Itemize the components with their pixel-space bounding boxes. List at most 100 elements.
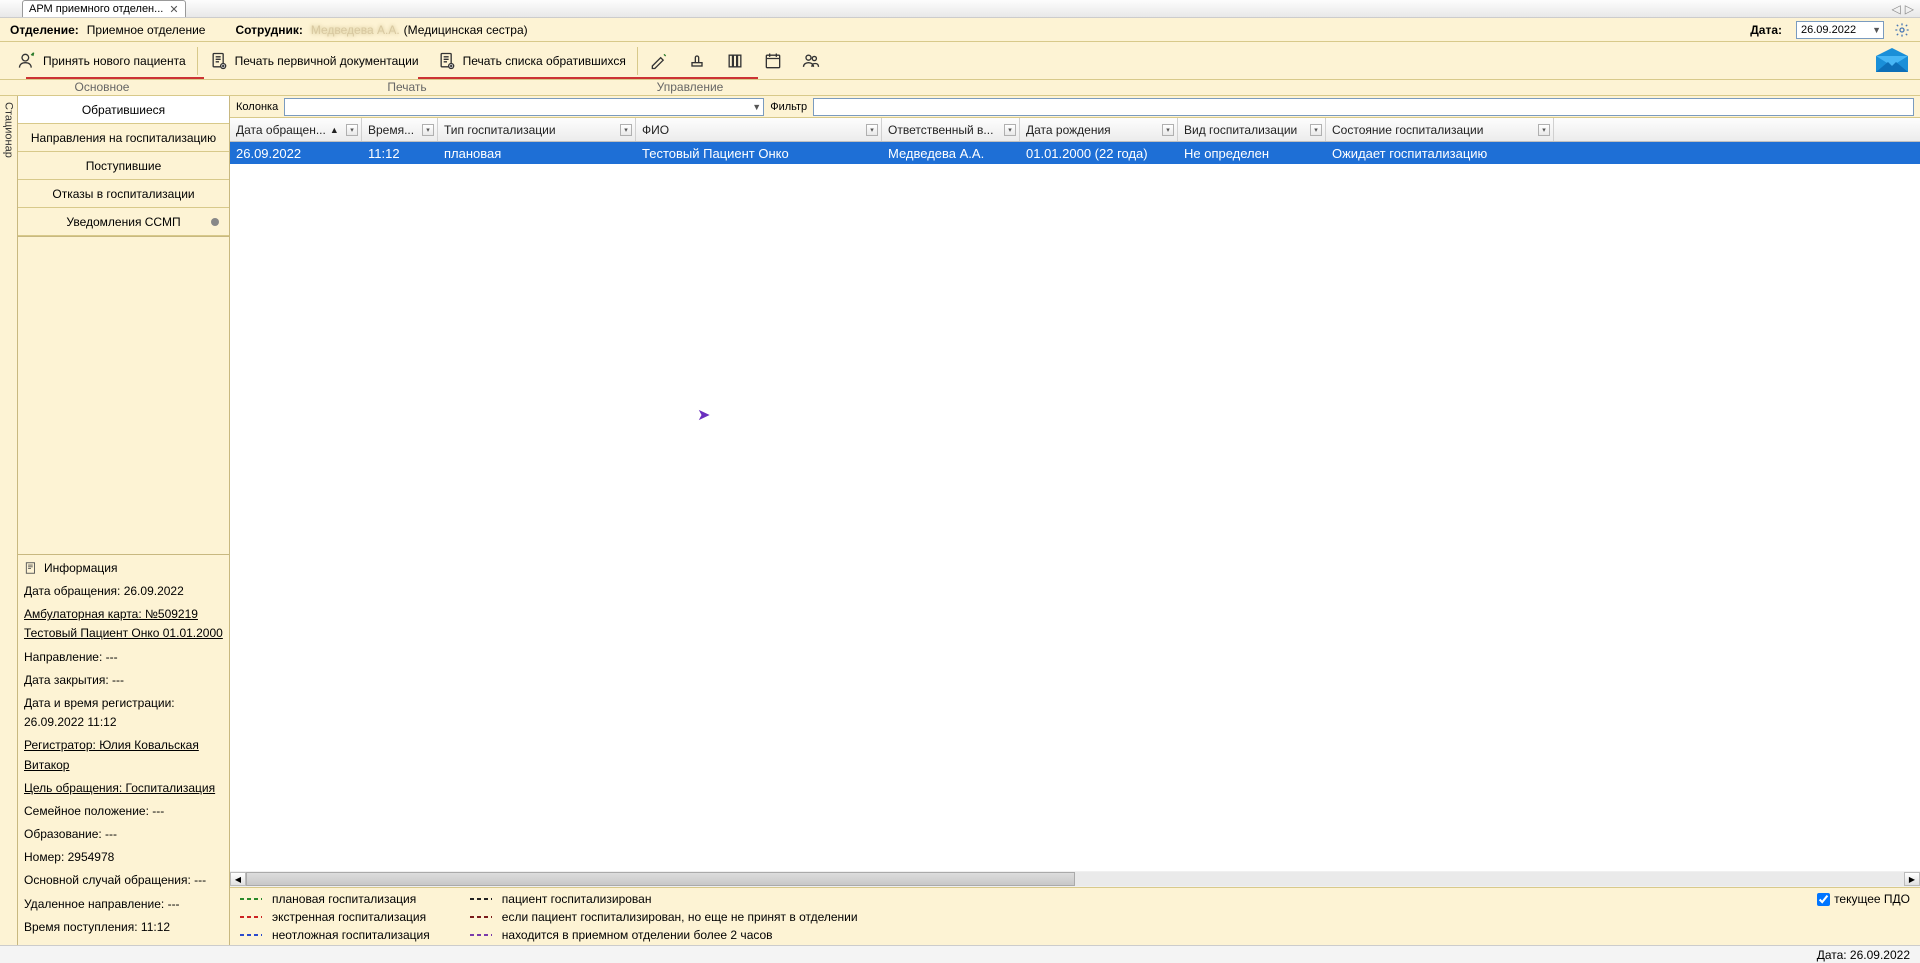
table-row[interactable]: 26.09.202211:12плановаяТестовый Пациент …: [230, 142, 1920, 164]
legend-swatch-icon: [470, 898, 492, 900]
legend-swatch-icon: [240, 898, 262, 900]
info-purpose[interactable]: Цель обращения: Госпитализация: [24, 779, 223, 798]
legend: плановая госпитализацияэкстренная госпит…: [230, 887, 1920, 945]
column-header[interactable]: ФИО▾: [636, 118, 882, 141]
table-cell: Медведева А.А.: [882, 142, 1020, 164]
info-registrar[interactable]: Регистратор: Юлия Ковальская Витакор: [24, 736, 223, 774]
date-label: Дата:: [1750, 23, 1782, 37]
column-header[interactable]: Дата рождения▾: [1020, 118, 1178, 141]
date-value: 26.09.2022: [1801, 24, 1856, 36]
legend-item: если пациент госпитализирован, но еще не…: [470, 910, 858, 924]
mail-icon[interactable]: [1874, 46, 1910, 74]
sort-asc-icon: ▲: [330, 125, 339, 135]
column-header[interactable]: Состояние госпитализации▾: [1326, 118, 1554, 141]
filter-dropdown-icon[interactable]: ▾: [346, 124, 358, 136]
print-list-label: Печать списка обратившихся: [463, 54, 626, 68]
close-icon[interactable]: ✕: [169, 3, 178, 16]
filter-input[interactable]: [813, 98, 1914, 116]
info-number: Номер: 2954978: [24, 848, 223, 867]
column-label: Колонка: [236, 101, 278, 113]
legend-swatch-icon: [240, 934, 262, 936]
tool-edit-button[interactable]: [640, 47, 678, 75]
tool-stamp-button[interactable]: [678, 47, 716, 75]
checkbox-input[interactable]: [1817, 893, 1830, 906]
filter-label: Фильтр: [770, 101, 807, 113]
column-header[interactable]: Вид госпитализации▾: [1178, 118, 1326, 141]
vertical-tab-stationary[interactable]: Стационар: [0, 96, 18, 945]
sidebar-item[interactable]: Направления на госпитализацию: [18, 124, 229, 152]
dept-label: Отделение:: [10, 23, 79, 37]
emp-label: Сотрудник:: [235, 23, 302, 37]
column-header[interactable]: Дата обращен...▲▾: [230, 118, 362, 141]
section-manage: Управление: [610, 80, 770, 95]
info-panel: Информация Дата обращения: 26.09.2022 Ам…: [18, 554, 229, 945]
info-date-req: Дата обращения: 26.09.2022: [24, 582, 223, 601]
sidebar-item[interactable]: Уведомления ССМП: [18, 208, 229, 236]
legend-swatch-icon: [470, 934, 492, 936]
tool-calendar-button[interactable]: [754, 47, 792, 75]
legend-swatch-icon: [470, 916, 492, 918]
legend-text: находится в приемном отделении более 2 ч…: [502, 928, 773, 942]
filter-dropdown-icon[interactable]: ▾: [422, 124, 434, 136]
info-amb-card[interactable]: Амбулаторная карта: №509219 Тестовый Пац…: [24, 605, 223, 643]
info-title: Информация: [44, 559, 117, 578]
legend-item: находится в приемном отделении более 2 ч…: [470, 928, 858, 942]
grid-header: Дата обращен...▲▾Время...▾Тип госпитализ…: [230, 118, 1920, 142]
notification-dot-icon: [211, 218, 219, 226]
tab-active[interactable]: АРМ приемного отделен... ✕: [22, 0, 186, 17]
table-cell: 01.01.2000 (22 года): [1020, 142, 1178, 164]
gear-icon[interactable]: [1894, 22, 1910, 38]
column-header[interactable]: Время...▾: [362, 118, 438, 141]
tool-users-button[interactable]: [792, 47, 830, 75]
emp-name-blurred: Медведева А.А.: [311, 23, 400, 37]
horizontal-scrollbar[interactable]: ◀ ▶: [230, 871, 1920, 887]
info-main-case: Основной случай обращения: ---: [24, 871, 223, 890]
chevron-down-icon: ▼: [752, 102, 761, 112]
tab-next-icon[interactable]: ▷: [1905, 2, 1914, 16]
sidebar-item[interactable]: Отказы в госпитализации: [18, 180, 229, 208]
legend-text: неотложная госпитализация: [272, 928, 430, 942]
filter-dropdown-icon[interactable]: ▾: [1310, 124, 1322, 136]
legend-swatch-icon: [240, 916, 262, 918]
tab-nav: ◁ ▷: [1892, 2, 1920, 16]
cursor-icon: ➤: [697, 405, 710, 425]
filter-dropdown-icon[interactable]: ▾: [866, 124, 878, 136]
legend-text: пациент госпитализирован: [502, 892, 652, 906]
info-marital: Семейное положение: ---: [24, 802, 223, 821]
tab-prev-icon[interactable]: ◁: [1892, 2, 1901, 16]
accept-patient-button[interactable]: Принять нового пациента: [8, 47, 195, 75]
filter-dropdown-icon[interactable]: ▾: [1004, 124, 1016, 136]
tool-books-button[interactable]: [716, 47, 754, 75]
sidebar-list: ОбратившиесяНаправления на госпитализаци…: [18, 96, 229, 237]
table-cell: Не определен: [1178, 142, 1326, 164]
filter-dropdown-icon[interactable]: ▾: [1538, 124, 1550, 136]
tab-title: АРМ приемного отделен...: [29, 3, 163, 15]
filter-bar: Колонка ▼ Фильтр: [230, 96, 1920, 118]
section-print: Печать: [204, 80, 610, 95]
sidebar-item[interactable]: Обратившиеся: [18, 96, 229, 124]
info-arrival-time: Время поступления: 11:12: [24, 918, 223, 937]
legend-text: плановая госпитализация: [272, 892, 416, 906]
print-list-button[interactable]: Печать списка обратившихся: [428, 47, 635, 75]
table-cell: плановая: [438, 142, 636, 164]
scroll-left-icon[interactable]: ◀: [230, 872, 246, 886]
info-education: Образование: ---: [24, 825, 223, 844]
note-icon: [24, 561, 38, 575]
print-primary-label: Печать первичной документации: [235, 54, 419, 68]
date-dropdown[interactable]: 26.09.2022 ▼: [1796, 21, 1884, 39]
print-primary-button[interactable]: Печать первичной документации: [200, 47, 428, 75]
status-bar: Дата: 26.09.2022: [0, 945, 1920, 963]
filter-dropdown-icon[interactable]: ▾: [1162, 124, 1174, 136]
scroll-thumb[interactable]: [246, 872, 1075, 886]
emp-role: (Медицинская сестра): [404, 23, 528, 37]
status-date: Дата: 26.09.2022: [1817, 948, 1910, 962]
column-header[interactable]: Ответственный в...▾: [882, 118, 1020, 141]
column-header[interactable]: Тип госпитализации▾: [438, 118, 636, 141]
current-pdo-checkbox[interactable]: текущее ПДО: [1817, 892, 1910, 906]
column-dropdown[interactable]: ▼: [284, 98, 764, 116]
filter-dropdown-icon[interactable]: ▾: [620, 124, 632, 136]
checkbox-label: текущее ПДО: [1834, 892, 1910, 906]
scroll-right-icon[interactable]: ▶: [1904, 872, 1920, 886]
grid-body[interactable]: 26.09.202211:12плановаяТестовый Пациент …: [230, 142, 1920, 871]
sidebar-item[interactable]: Поступившие: [18, 152, 229, 180]
